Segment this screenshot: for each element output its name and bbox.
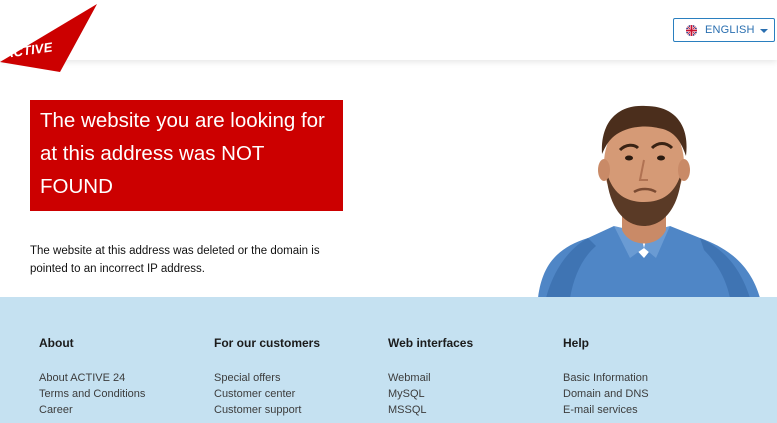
footer-link[interactable]: Career <box>39 402 145 418</box>
footer-link[interactable]: Customer support <box>214 402 320 418</box>
footer-link[interactable]: Basic Information <box>563 370 649 386</box>
error-title: The website you are looking for at this … <box>40 109 325 198</box>
confused-man-photo <box>530 98 777 298</box>
footer-link[interactable]: About ACTIVE 24 <box>39 370 145 386</box>
site-header: ACTIVE24 ENGLISH <box>0 0 777 72</box>
footer-link[interactable]: Customer center <box>214 386 320 402</box>
footer-link[interactable]: Domain and DNS <box>563 386 649 402</box>
footer-heading: About <box>39 336 74 350</box>
footer-heading: For our customers <box>214 336 321 350</box>
footer-link[interactable]: MySQL <box>388 386 473 402</box>
footer-column-help: Help Basic Information Domain and DNS E-… <box>563 335 649 418</box>
error-banner: The website you are looking for at this … <box>30 100 343 211</box>
footer-column-customers: For our customers Special offers Custome… <box>214 335 320 418</box>
footer-link[interactable]: MSSQL <box>388 402 473 418</box>
footer-heading: Web interfaces <box>388 336 474 350</box>
uk-flag-icon <box>686 25 697 36</box>
footer-link[interactable]: Terms and Conditions <box>39 386 145 402</box>
active24-logo[interactable]: ACTIVE24 <box>0 4 98 74</box>
site-footer: About About ACTIVE 24 Terms and Conditio… <box>0 297 777 423</box>
footer-heading: Help <box>563 336 590 350</box>
footer-link[interactable]: E-mail services <box>563 402 649 418</box>
language-label: ENGLISH <box>705 24 755 36</box>
footer-column-web-interfaces: Web interfaces Webmail MySQL MSSQL <box>388 335 473 418</box>
footer-link[interactable]: Special offers <box>214 370 320 386</box>
footer-link[interactable]: Webmail <box>388 370 473 386</box>
language-selector[interactable]: ENGLISH <box>673 18 775 42</box>
error-description: The website at this address was deleted … <box>30 245 320 275</box>
footer-column-about: About About ACTIVE 24 Terms and Conditio… <box>39 335 145 418</box>
caret-down-icon <box>760 29 768 33</box>
